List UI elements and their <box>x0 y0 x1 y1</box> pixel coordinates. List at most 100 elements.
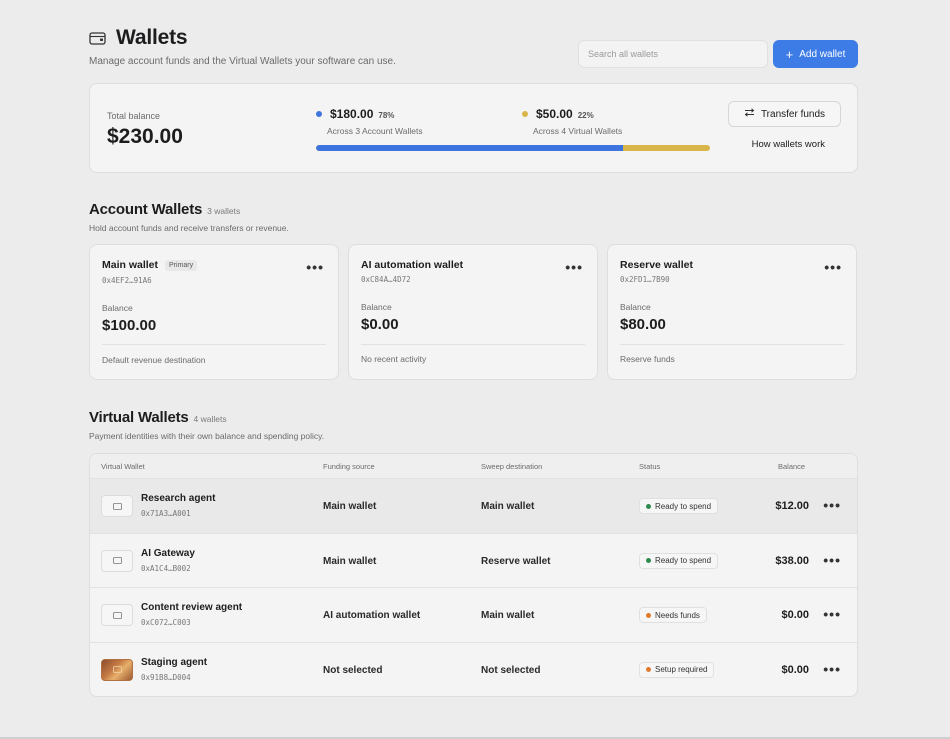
virtual-wallets-header: Virtual Wallets 4 wallets <box>89 409 227 426</box>
column-header: Status <box>639 462 661 471</box>
virtual-wallets-count: 4 wallets <box>193 414 227 424</box>
funding-source: Main wallet <box>323 501 377 512</box>
wallet-name: Main wallet <box>102 259 159 271</box>
virtual-wallet-address: 0xA1C4…B002 <box>141 563 191 573</box>
status-label: Setup required <box>655 665 708 675</box>
funding-source: Main wallet <box>323 555 377 567</box>
status-dot-icon <box>646 612 651 618</box>
divider <box>102 344 326 345</box>
account-wallet-card[interactable]: Main wallet Primary 0x4EF2…91A6 ••• Bala… <box>89 244 339 380</box>
virtual-wallet-name: Staging agent <box>141 656 208 668</box>
wallet-name: AI automation wallet <box>361 259 464 271</box>
page-header: Wallets Manage account funds and the Vir… <box>89 26 858 86</box>
virtual-balance-segment: $50.00 22% Across 4 Virtual Wallets <box>522 107 622 136</box>
virtual-wallet-balance: $0.00 <box>781 609 809 622</box>
search-input[interactable] <box>578 40 768 68</box>
balance-label: Balance <box>361 302 392 312</box>
transfer-funds-button[interactable]: Transfer funds <box>728 101 841 127</box>
transfer-funds-label: Transfer funds <box>760 108 826 120</box>
table-row[interactable]: Research agent 0x71A3…A001 Main wallet M… <box>90 479 857 534</box>
account-wallet-card[interactable]: Reserve wallet 0x2FD1…7B90 ••• Balance $… <box>607 244 857 380</box>
funding-source: AI automation wallet <box>323 610 421 622</box>
funding-source: Not selected <box>323 664 383 676</box>
virtual-wallet-balance: $0.00 <box>781 663 809 676</box>
virtual-wallet-address: 0x91B8…D004 <box>141 672 191 682</box>
virtual-wallet-balance: $12.00 <box>775 500 809 512</box>
account-amount: $180.00 <box>330 107 374 121</box>
how-wallets-work-link[interactable]: How wallets work <box>752 139 825 150</box>
account-across: Across 3 Account Wallets <box>327 126 423 136</box>
more-options-icon[interactable]: ••• <box>823 497 841 513</box>
wallet-name-row: Reserve wallet <box>620 259 693 271</box>
total-balance-value: $230.00 <box>107 125 183 148</box>
card-icon <box>101 495 133 517</box>
wallet-address: 0xC84A…4D72 <box>361 275 411 284</box>
table-header: Virtual Wallet Funding source Sweep dest… <box>90 454 857 479</box>
status-dot-icon <box>646 558 651 564</box>
account-dot-icon <box>316 111 322 117</box>
status-badge: Needs funds <box>639 607 707 624</box>
virtual-wallets-title: Virtual Wallets <box>89 409 189 426</box>
column-header: Funding source <box>323 462 375 471</box>
virtual-wallet-balance: $38.00 <box>775 554 809 567</box>
wallet-balance: $80.00 <box>620 316 666 333</box>
status-badge: Ready to spend <box>639 498 719 514</box>
table-row[interactable]: AI Gateway 0xA1C4…B002 Main wallet Reser… <box>90 534 857 589</box>
status-label: Ready to spend <box>655 501 712 511</box>
more-options-icon[interactable]: ••• <box>823 552 841 568</box>
sweep-destination: Main wallet <box>481 501 535 512</box>
more-options-icon[interactable]: ••• <box>823 661 841 677</box>
wallet-footer-note: Default revenue destination <box>102 355 206 365</box>
virtual-wallet-address: 0x71A3…A001 <box>141 509 191 518</box>
status-label: Needs funds <box>655 610 700 620</box>
sweep-destination: Not selected <box>481 664 541 676</box>
account-wallets-header: Account Wallets 3 wallets <box>89 201 240 218</box>
add-wallet-button[interactable]: + Add wallet <box>773 40 858 68</box>
status-label: Ready to spend <box>655 556 712 566</box>
card-icon <box>101 604 133 627</box>
page-subtitle: Manage account funds and the Virtual Wal… <box>89 56 396 67</box>
virtual-amount: $50.00 <box>536 107 573 121</box>
virtual-wallet-address: 0xC072…C003 <box>141 618 191 628</box>
sweep-destination: Reserve wallet <box>481 555 551 567</box>
wallet-name-row: Main wallet Primary <box>102 259 198 271</box>
add-wallet-label: Add wallet <box>799 48 846 60</box>
virtual-percent: 22% <box>577 111 594 120</box>
transfer-arrows-icon <box>744 108 755 120</box>
account-wallet-card[interactable]: AI automation wallet 0xC84A…4D72 ••• Bal… <box>348 244 598 380</box>
balance-summary-card: Total balance $230.00 $180.00 78% Across… <box>89 83 858 173</box>
wallet-name: Reserve wallet <box>620 259 693 271</box>
wallet-name-row: AI automation wallet <box>361 259 463 271</box>
account-wallets-subtitle: Hold account funds and receive transfers… <box>89 223 289 233</box>
total-balance-label: Total balance <box>107 111 161 121</box>
column-header: Balance <box>778 462 806 471</box>
table-row[interactable]: Content review agent 0xC072…C003 AI auto… <box>90 588 857 643</box>
more-options-icon[interactable]: ••• <box>824 259 842 275</box>
column-header: Sweep destination <box>481 462 543 471</box>
card-image-icon <box>101 658 133 681</box>
more-options-icon[interactable]: ••• <box>306 259 324 275</box>
status-dot-icon <box>646 667 651 673</box>
virtual-across: Across 4 Virtual Wallets <box>533 126 623 136</box>
status-badge: Ready to spend <box>639 552 719 569</box>
wallet-footer-note: Reserve funds <box>620 354 675 364</box>
virtual-wallets-table: Virtual Wallet Funding source Sweep dest… <box>89 453 858 697</box>
more-options-icon[interactable]: ••• <box>823 606 841 622</box>
balance-split-bar <box>316 145 710 151</box>
plus-icon: + <box>785 46 794 62</box>
wallet-balance: $100.00 <box>102 317 157 334</box>
wallet-icon <box>89 31 106 46</box>
account-balance-segment: $180.00 78% Across 3 Account Wallets <box>316 107 423 136</box>
virtual-wallet-name: AI Gateway <box>141 547 195 559</box>
page-title: Wallets <box>116 26 188 49</box>
sweep-destination: Main wallet <box>481 610 535 622</box>
title-row: Wallets <box>89 26 188 50</box>
virtual-wallet-name: Research agent <box>141 493 216 504</box>
divider <box>361 344 585 345</box>
wallets-page: Wallets Manage account funds and the Vir… <box>89 26 858 697</box>
more-options-icon[interactable]: ••• <box>565 259 583 275</box>
virtual-wallets-subtitle: Payment identities with their own balanc… <box>89 431 325 441</box>
table-row[interactable]: Staging agent 0x91B8…D004 Not selected N… <box>90 643 857 696</box>
account-wallets-count: 3 wallets <box>207 206 241 216</box>
divider <box>620 344 844 345</box>
